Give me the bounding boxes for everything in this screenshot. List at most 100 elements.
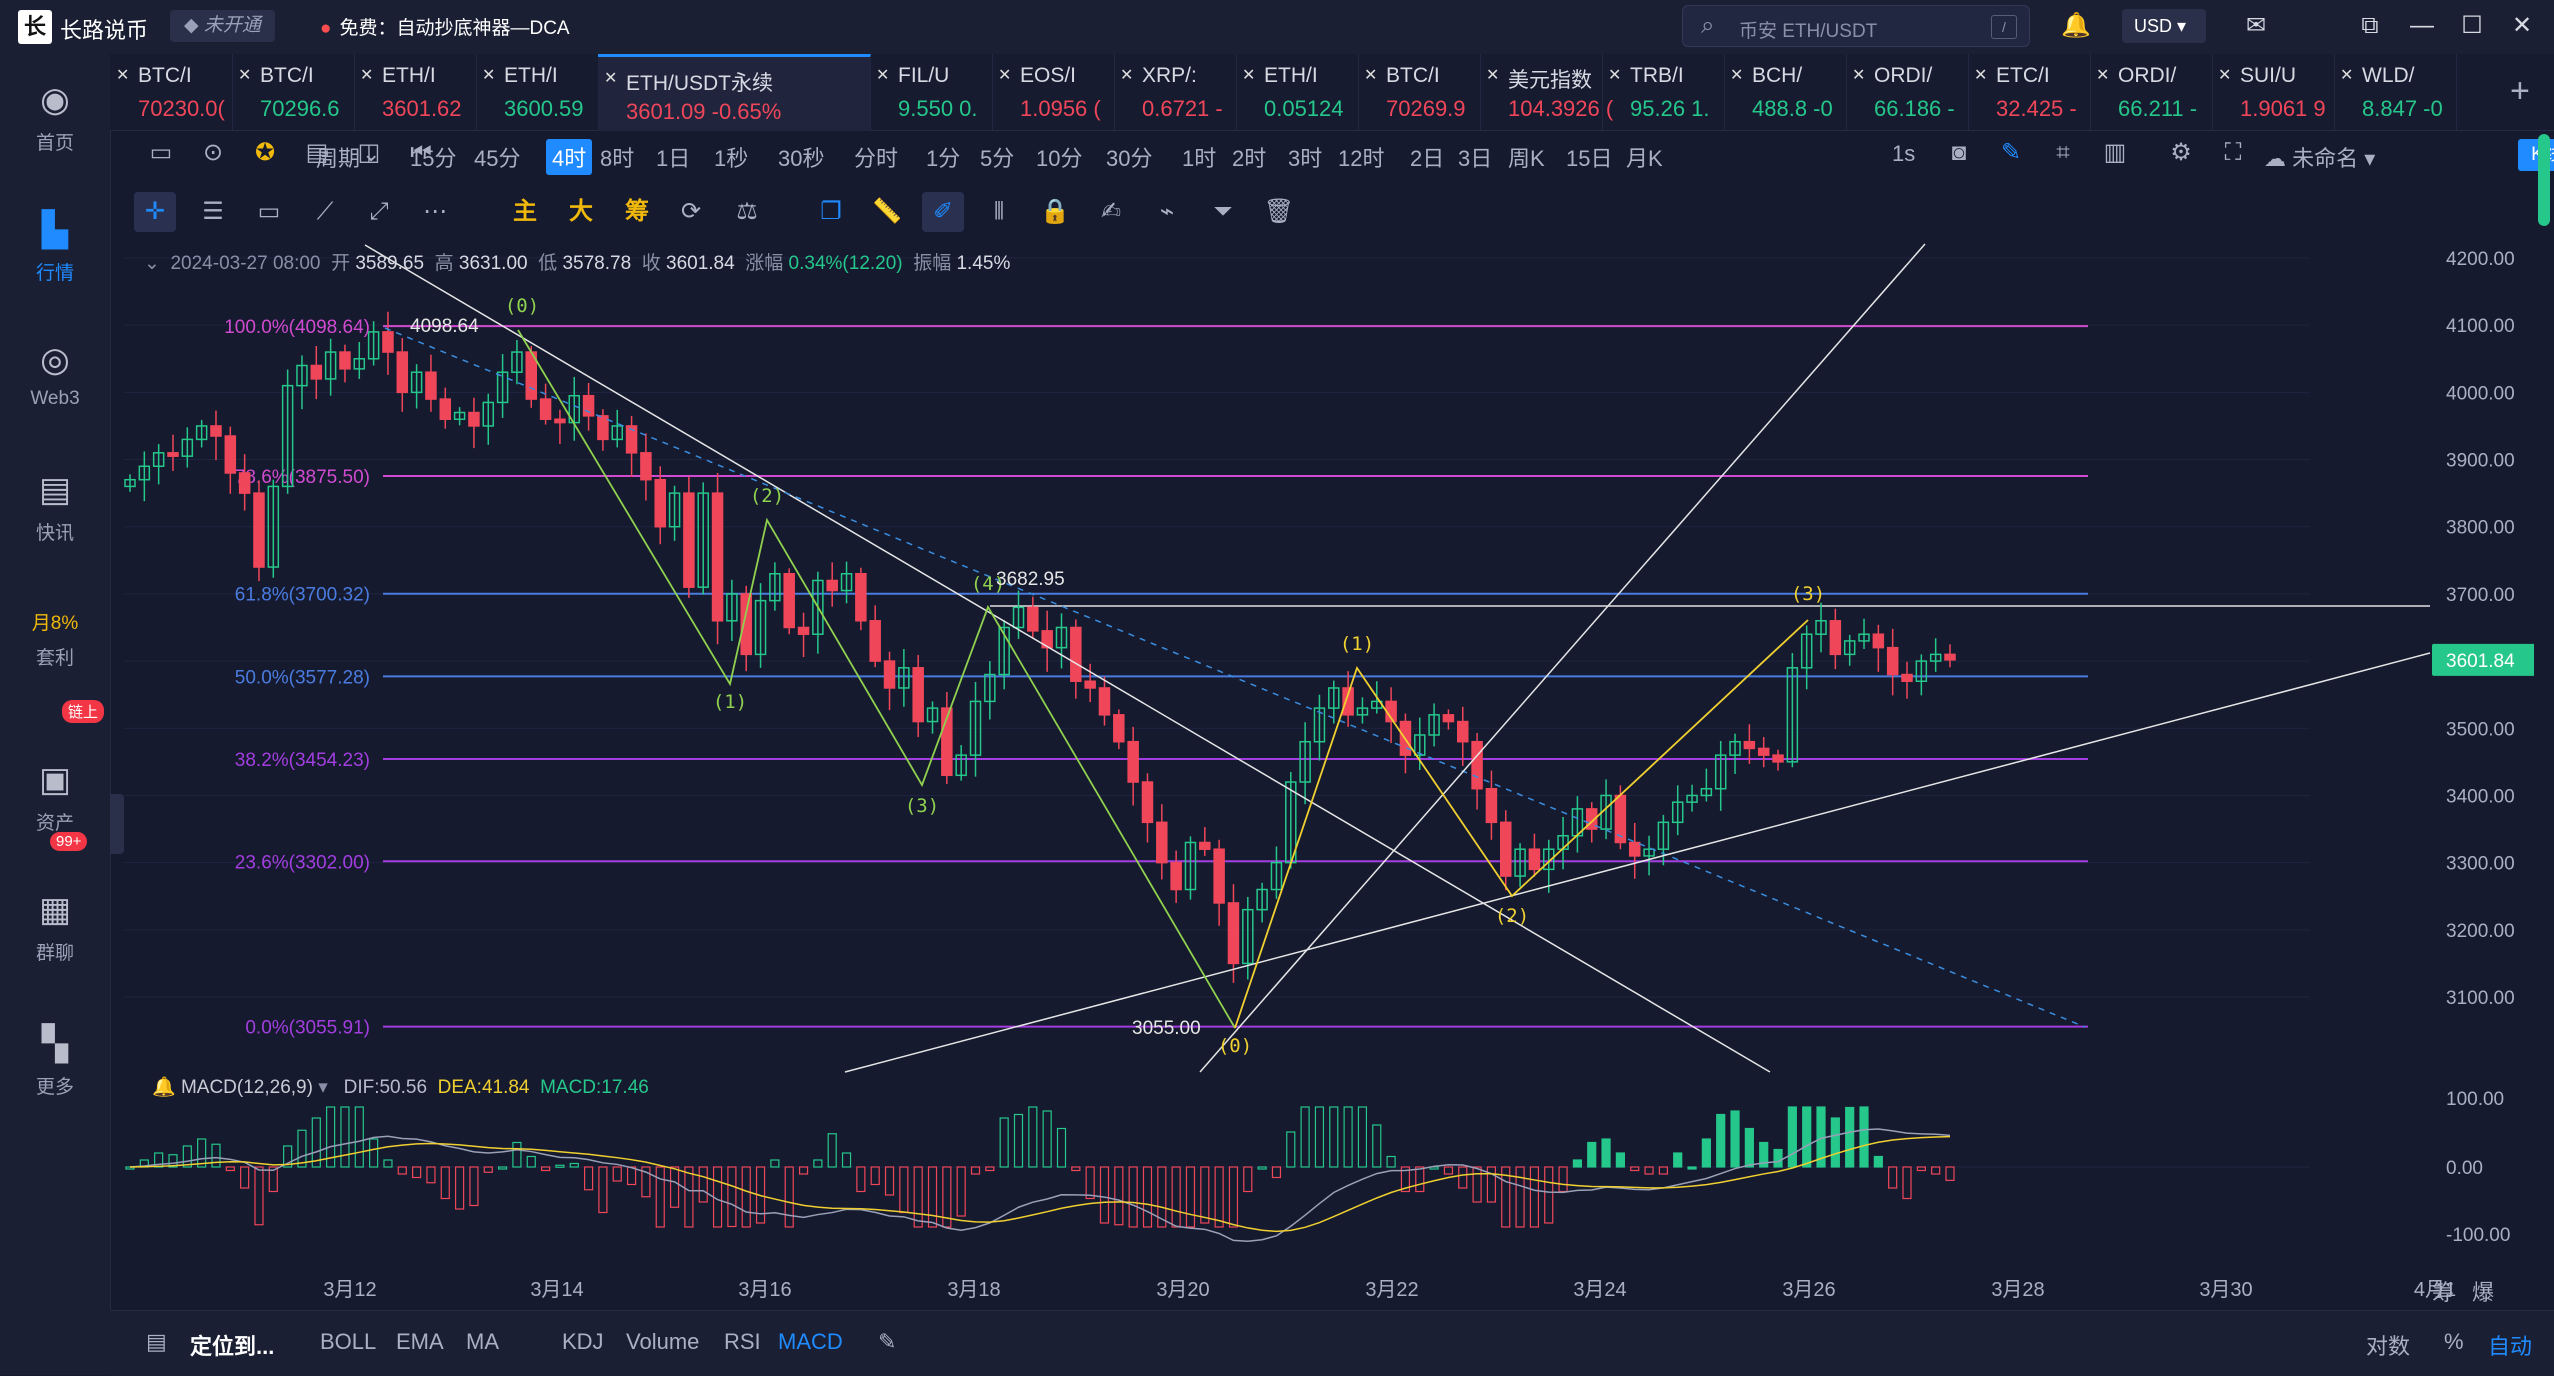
- period-6[interactable]: 1秒: [714, 141, 748, 173]
- indicator-kdj[interactable]: KDJ: [562, 1329, 604, 1355]
- ray-tool-icon[interactable]: ⤢: [358, 192, 400, 232]
- indicator-icon[interactable]: ⫴: [978, 192, 1020, 232]
- ticker-tab[interactable]: ✕ ETH/USDT永续 3601.09 -0.65%: [598, 54, 871, 133]
- sidebar-item-more[interactable]: ▚ 更多: [0, 1024, 110, 1099]
- calendar-small-icon[interactable]: ▤: [146, 1329, 167, 1355]
- ticker-tab[interactable]: ✕ EOS/I 1.0956 (: [992, 54, 1115, 130]
- period-21[interactable]: 月K: [1626, 141, 1663, 173]
- sidebar-item-web3[interactable]: ◎ Web3: [0, 340, 110, 410]
- edit-indicator-icon[interactable]: ✎: [878, 1329, 896, 1355]
- sidebar-item-market[interactable]: ▙ 行情: [0, 210, 110, 285]
- sidebar-item-arbitrage[interactable]: 月8% 套利: [0, 608, 110, 670]
- collapse-icon[interactable]: ⌄: [144, 253, 160, 274]
- period-14[interactable]: 2时: [1232, 141, 1266, 173]
- layout-name-select[interactable]: ☁ 未命名 ▾: [2264, 141, 2375, 173]
- period-7[interactable]: 30秒: [778, 141, 824, 173]
- period-3[interactable]: 4时: [546, 139, 593, 175]
- indicator-ma[interactable]: MA: [466, 1329, 499, 1355]
- minimize-icon[interactable]: —: [2404, 8, 2440, 44]
- period-2[interactable]: 45分: [474, 141, 520, 173]
- settings-icon[interactable]: ⚙: [2160, 133, 2202, 173]
- big-order-button[interactable]: 大: [560, 192, 602, 232]
- log-scale-toggle[interactable]: 对数: [2366, 1329, 2410, 1361]
- ticker-tab[interactable]: ✕ ORDI/66.211 -: [2090, 54, 2213, 130]
- period-18[interactable]: 3日: [1458, 141, 1492, 173]
- bell-icon[interactable]: 🔔: [2058, 8, 2094, 44]
- crop-icon[interactable]: ⌗: [2042, 133, 2084, 173]
- star-icon[interactable]: ✪: [244, 133, 286, 173]
- ticker-tab[interactable]: ✕ ETH/I 3600.59: [476, 54, 599, 130]
- mail-icon[interactable]: ✉: [2238, 8, 2274, 44]
- period-15[interactable]: 3时: [1288, 141, 1322, 173]
- indicator-macd[interactable]: MACD: [778, 1329, 843, 1355]
- currency-select[interactable]: USD ▾: [2122, 9, 2206, 43]
- sidebar-item-assets[interactable]: ▣ 资产: [0, 760, 110, 835]
- ticker-tab[interactable]: ✕ SUI/U 1.9061 9: [2212, 54, 2335, 130]
- price-chart[interactable]: 4200.00 4100.00 4000.00 3900.00 3800.00 3700.…: [124, 240, 2534, 1305]
- sidebar-collapse-handle[interactable]: [110, 794, 124, 854]
- auto-scale-toggle[interactable]: 自动: [2488, 1329, 2532, 1361]
- indicator-rsi[interactable]: RSI: [724, 1329, 761, 1355]
- measure-icon[interactable]: ⚖: [726, 192, 768, 232]
- main-indicator-button[interactable]: 主: [504, 192, 546, 232]
- indicator-boll[interactable]: BOLL: [320, 1329, 376, 1355]
- liquidation-corner-label[interactable]: 爆: [2472, 1275, 2494, 1307]
- sidebar-item-chat[interactable]: ▦ 群聊: [0, 890, 110, 965]
- ruler-icon[interactable]: 📏: [866, 192, 908, 232]
- window-pin-icon[interactable]: ⧉: [2352, 8, 2388, 44]
- ticker-tab[interactable]: ✕ BCH/488.8 -0: [1724, 54, 1847, 130]
- pen-icon[interactable]: ✎: [1990, 133, 2032, 173]
- more-tools-icon[interactable]: ⋯: [414, 192, 456, 232]
- horizontal-lines-icon[interactable]: ☰: [192, 192, 234, 232]
- period-0[interactable]: 周期: [316, 141, 360, 173]
- sidebar-item-news[interactable]: ▤ 快讯: [0, 470, 110, 545]
- template-icon[interactable]: ▥: [2094, 133, 2136, 173]
- ticker-tab[interactable]: ✕ 美元指数 104.3926 (: [1480, 54, 1613, 130]
- close-icon[interactable]: ✕: [2504, 8, 2540, 44]
- ticker-tab[interactable]: ✕ BTC/I 70269.9: [1358, 54, 1481, 130]
- bell-small-icon[interactable]: 🔔: [152, 1077, 176, 1098]
- period-10[interactable]: 5分: [980, 141, 1014, 173]
- crosshair-icon[interactable]: ✛: [134, 192, 176, 232]
- line-tool-icon[interactable]: ⟋: [304, 192, 346, 232]
- ticker-tab[interactable]: ✕ ETC/I 32.425 -: [1968, 54, 2091, 130]
- locate-button[interactable]: 定位到...: [190, 1329, 274, 1361]
- trash-icon[interactable]: 🗑: [1258, 192, 1300, 232]
- indicator-ema[interactable]: EMA: [396, 1329, 444, 1355]
- period-13[interactable]: 1时: [1182, 141, 1216, 173]
- draw-pen-icon[interactable]: ✐: [922, 192, 964, 232]
- vip-status-button[interactable]: ◆ 未开通: [170, 10, 275, 42]
- note-icon[interactable]: ✍: [1090, 192, 1132, 232]
- period-5[interactable]: 1日: [656, 141, 690, 173]
- ticker-tab[interactable]: ✕ TRB/I 95.26 1.: [1602, 54, 1725, 130]
- chip-corner-label[interactable]: 筹: [2432, 1275, 2454, 1307]
- period-12[interactable]: 30分: [1106, 141, 1152, 173]
- period-chevron-icon[interactable]: ⌄: [362, 141, 380, 167]
- period-8[interactable]: 分时: [854, 141, 898, 173]
- magnet-icon[interactable]: ⌁: [1146, 192, 1188, 232]
- period-17[interactable]: 2日: [1410, 141, 1444, 173]
- ticker-tab[interactable]: ✕ ETH/I 0.05124: [1236, 54, 1359, 130]
- compass-icon[interactable]: ⊙: [192, 133, 234, 173]
- ticker-tab[interactable]: ✕ WLD/8.847 -0: [2334, 54, 2457, 130]
- period-19[interactable]: 周K: [1508, 141, 1545, 173]
- period-4[interactable]: 8时: [600, 141, 634, 173]
- percent-scale-toggle[interactable]: %: [2444, 1329, 2464, 1355]
- chart-type-icon[interactable]: ▭: [140, 133, 182, 173]
- ticker-tab[interactable]: ✕ ORDI/66.186 -: [1846, 54, 1969, 130]
- camera-icon[interactable]: ◙: [1938, 133, 1980, 173]
- copy-icon[interactable]: ❐: [810, 192, 852, 232]
- sync-icon[interactable]: ⟳: [670, 192, 712, 232]
- ticker-tab[interactable]: ✕ FIL/U 9.550 0.: [870, 54, 993, 130]
- rectangle-icon[interactable]: ▭: [248, 192, 290, 232]
- search-input[interactable]: ⌕ 币安 ETH/USDT /: [1682, 5, 2030, 47]
- chip-button[interactable]: 筹: [616, 192, 658, 232]
- period-9[interactable]: 1分: [926, 141, 960, 173]
- ticker-tab[interactable]: ✕ XRP/: 0.6721 -: [1114, 54, 1237, 130]
- ticker-tab[interactable]: ✕ ETH/I 3601.62: [354, 54, 477, 130]
- filter-icon[interactable]: ⏷: [1202, 192, 1244, 232]
- scrollbar[interactable]: [2538, 134, 2550, 226]
- ticker-tab[interactable]: ✕ BTC/I 70230.0(: [110, 54, 233, 130]
- maximize-icon[interactable]: ☐: [2454, 8, 2490, 44]
- interval-1s[interactable]: 1s: [1892, 141, 1915, 167]
